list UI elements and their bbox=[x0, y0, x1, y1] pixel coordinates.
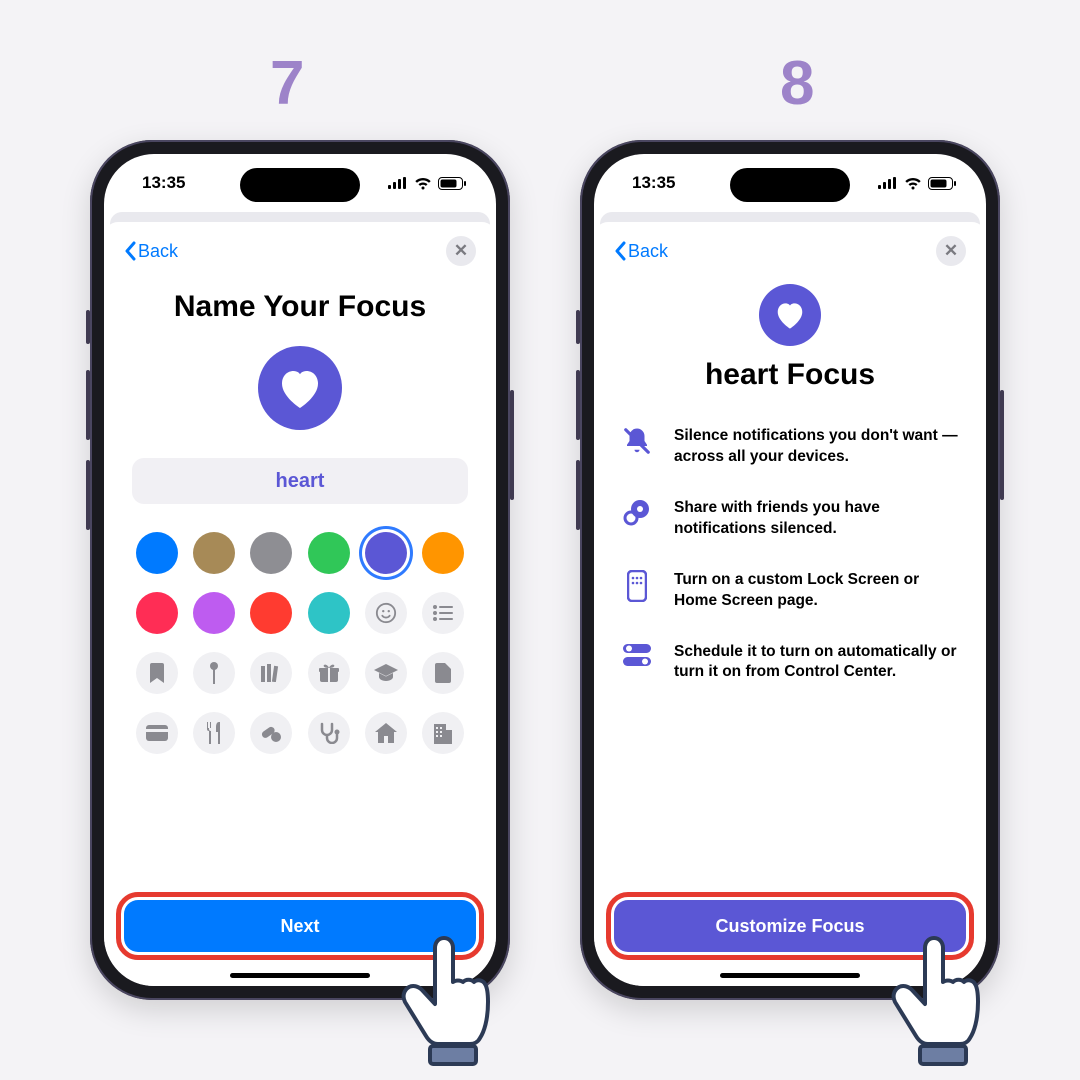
phone-step-7: 13:35 Back ✕ Name Your Focus bbox=[90, 140, 510, 1000]
modal-sheet: Back ✕ heart Focus Silence notifications… bbox=[594, 222, 986, 986]
cellular-icon bbox=[388, 177, 408, 189]
status-time: 13:35 bbox=[142, 173, 185, 193]
customize-focus-button[interactable]: Customize Focus bbox=[614, 900, 966, 952]
status-time: 13:35 bbox=[632, 173, 675, 193]
color-swatch-gray[interactable] bbox=[250, 532, 292, 574]
step-number-7: 7 bbox=[270, 48, 304, 119]
feature-text: Turn on a custom Lock Screen or Home Scr… bbox=[674, 570, 960, 612]
color-swatch-teal[interactable] bbox=[308, 592, 350, 634]
icon-option-pills[interactable] bbox=[250, 712, 292, 754]
icon-option-list[interactable] bbox=[422, 592, 464, 634]
modal-sheet: Back ✕ Name Your Focus heart bbox=[104, 222, 496, 986]
icon-option-file[interactable] bbox=[422, 652, 464, 694]
close-button[interactable]: ✕ bbox=[936, 236, 966, 266]
icon-option-credit-card[interactable] bbox=[136, 712, 178, 754]
back-label: Back bbox=[628, 241, 668, 262]
next-button[interactable]: Next bbox=[124, 900, 476, 952]
feature-item: Schedule it to turn on automatically or … bbox=[620, 642, 960, 684]
phone-screen-icon bbox=[627, 570, 647, 602]
close-button[interactable]: ✕ bbox=[446, 236, 476, 266]
feature-item: Silence notifications you don't want — a… bbox=[620, 426, 960, 468]
feature-text: Schedule it to turn on automatically or … bbox=[674, 642, 960, 684]
page-title: Name Your Focus bbox=[124, 290, 476, 324]
icon-option-graduation[interactable] bbox=[365, 652, 407, 694]
cellular-icon bbox=[878, 177, 898, 189]
focus-icon-preview bbox=[258, 346, 342, 430]
icon-option-books[interactable] bbox=[250, 652, 292, 694]
phone-step-8: 13:35 Back ✕ heart Focus bbox=[580, 140, 1000, 1000]
feature-list: Silence notifications you don't want — a… bbox=[614, 426, 966, 683]
color-swatch-gold[interactable] bbox=[193, 532, 235, 574]
icon-option-house[interactable] bbox=[365, 712, 407, 754]
bell-slash-icon bbox=[622, 426, 652, 456]
icon-option-pin[interactable] bbox=[193, 652, 235, 694]
icon-option-building[interactable] bbox=[422, 712, 464, 754]
back-button[interactable]: Back bbox=[124, 241, 178, 262]
color-swatch-red[interactable] bbox=[250, 592, 292, 634]
back-label: Back bbox=[138, 241, 178, 262]
page-title: heart Focus bbox=[614, 358, 966, 392]
step-number-8: 8 bbox=[780, 48, 814, 119]
icon-option-stethoscope[interactable] bbox=[308, 712, 350, 754]
feature-item: Turn on a custom Lock Screen or Home Scr… bbox=[620, 570, 960, 612]
focus-name-value: heart bbox=[276, 470, 325, 493]
share-status-icon bbox=[622, 498, 652, 526]
wifi-icon bbox=[414, 177, 432, 190]
home-indicator[interactable] bbox=[720, 973, 860, 978]
color-swatch-green[interactable] bbox=[308, 532, 350, 574]
chevron-left-icon bbox=[614, 241, 626, 261]
heart-icon bbox=[276, 366, 324, 410]
icon-option-smiley[interactable] bbox=[365, 592, 407, 634]
color-swatch-orange[interactable] bbox=[422, 532, 464, 574]
home-indicator[interactable] bbox=[230, 973, 370, 978]
color-swatch-pink[interactable] bbox=[136, 592, 178, 634]
icon-option-fork-knife[interactable] bbox=[193, 712, 235, 754]
next-button-label: Next bbox=[280, 916, 319, 937]
feature-text: Silence notifications you don't want — a… bbox=[674, 426, 960, 468]
focus-icon-preview bbox=[759, 284, 821, 346]
wifi-icon bbox=[904, 177, 922, 190]
close-icon: ✕ bbox=[944, 241, 958, 261]
toggles-icon bbox=[621, 642, 653, 668]
battery-icon bbox=[928, 177, 956, 190]
chevron-left-icon bbox=[124, 241, 136, 261]
back-button[interactable]: Back bbox=[614, 241, 668, 262]
feature-text: Share with friends you have notification… bbox=[674, 498, 960, 540]
color-icon-grid bbox=[128, 532, 472, 754]
dynamic-island bbox=[240, 168, 360, 202]
customize-button-label: Customize Focus bbox=[715, 916, 864, 937]
feature-item: Share with friends you have notification… bbox=[620, 498, 960, 540]
close-icon: ✕ bbox=[454, 241, 468, 261]
icon-option-bookmark[interactable] bbox=[136, 652, 178, 694]
color-swatch-blue[interactable] bbox=[136, 532, 178, 574]
icon-option-gift[interactable] bbox=[308, 652, 350, 694]
color-swatch-violet[interactable] bbox=[193, 592, 235, 634]
dynamic-island bbox=[730, 168, 850, 202]
color-swatch-purple[interactable] bbox=[365, 532, 407, 574]
battery-icon bbox=[438, 177, 466, 190]
focus-name-input[interactable]: heart bbox=[132, 458, 468, 504]
heart-icon bbox=[773, 300, 807, 330]
